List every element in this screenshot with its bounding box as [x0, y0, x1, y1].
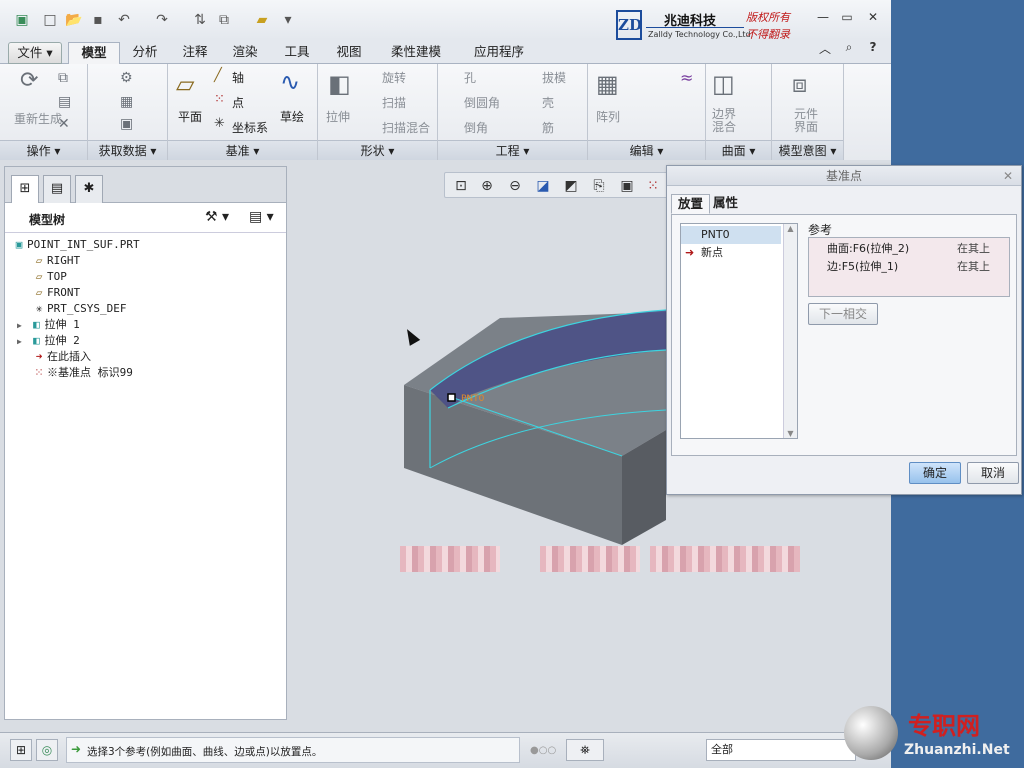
datum-point-marker[interactable]	[447, 393, 456, 402]
new-point-arrow-icon: ➜	[685, 246, 695, 259]
placement-panel: PNT0 ➜ 新点 ▲ ▼ 参考 曲面:F6(拉伸_2) 在其上 边:F5(拉伸…	[671, 214, 1017, 456]
toggle-navigator-icon[interactable]: ⊞	[10, 739, 32, 761]
reference-name: 曲面:F6(拉伸_2)	[827, 242, 910, 255]
point-list: PNT0 ➜ 新点 ▲ ▼	[680, 223, 798, 439]
soccer-ball-logo-icon	[844, 706, 898, 760]
progress-indicator: ●○○	[530, 745, 557, 756]
reference-name: 边:F5(拉伸_1)	[827, 260, 899, 273]
list-item-pnt0[interactable]: PNT0	[681, 226, 781, 244]
dialog-title: 基准点 ✕	[667, 166, 1021, 186]
tab-placement[interactable]: 放置	[671, 194, 711, 214]
references-label: 参考	[808, 223, 833, 237]
selection-filter[interactable]: 全部	[706, 739, 856, 761]
datum-point-dialog: 基准点 ✕ 放置 属性 PNT0 ➜ 新点 ▲ ▼ 参考 曲面:F6(拉伸_2)…	[666, 165, 1022, 495]
reference-row[interactable]: 边:F5(拉伸_1) 在其上	[809, 258, 1009, 276]
prompt-arrow-icon: ➜	[71, 742, 82, 756]
blurred-text	[400, 546, 500, 572]
watermark-title: 专职网	[908, 711, 980, 740]
reference-constraint[interactable]: 在其上	[957, 240, 990, 258]
blurred-text	[540, 546, 640, 572]
site-watermark: 专职网 Zhuanzhi.Net	[840, 700, 1024, 768]
status-bar: ⊞ ◎ ➜ 选择3个参考(例如曲面、曲线、边或点)以放置点。 ●○○ ⛯ 全部	[0, 732, 891, 768]
dialog-close-icon[interactable]: ✕	[1003, 166, 1013, 186]
reference-constraint[interactable]: 在其上	[957, 258, 990, 276]
cancel-button[interactable]: 取消	[967, 462, 1019, 484]
datum-point-label: PNT0	[461, 394, 485, 404]
ok-button[interactable]: 确定	[909, 462, 961, 484]
toggle-browser-icon[interactable]: ◎	[36, 739, 58, 761]
message-area: ➜ 选择3个参考(例如曲面、曲线、边或点)以放置点。	[66, 737, 520, 763]
watermark-url: Zhuanzhi.Net	[904, 742, 1010, 758]
next-intersection-button[interactable]: 下一相交	[808, 303, 878, 325]
status-message: 选择3个参考(例如曲面、曲线、边或点)以放置点。	[87, 746, 323, 758]
list-item-new-point[interactable]: ➜ 新点	[681, 244, 781, 262]
reference-row[interactable]: 曲面:F6(拉伸_2) 在其上	[809, 240, 1009, 258]
blurred-text	[650, 546, 800, 572]
references-list: 曲面:F6(拉伸_2) 在其上 边:F5(拉伸_1) 在其上	[808, 237, 1010, 297]
tab-properties[interactable]: 属性	[707, 194, 744, 214]
list-scrollbar[interactable]: ▲ ▼	[783, 224, 797, 438]
find-icon[interactable]: ⛯	[566, 739, 604, 761]
